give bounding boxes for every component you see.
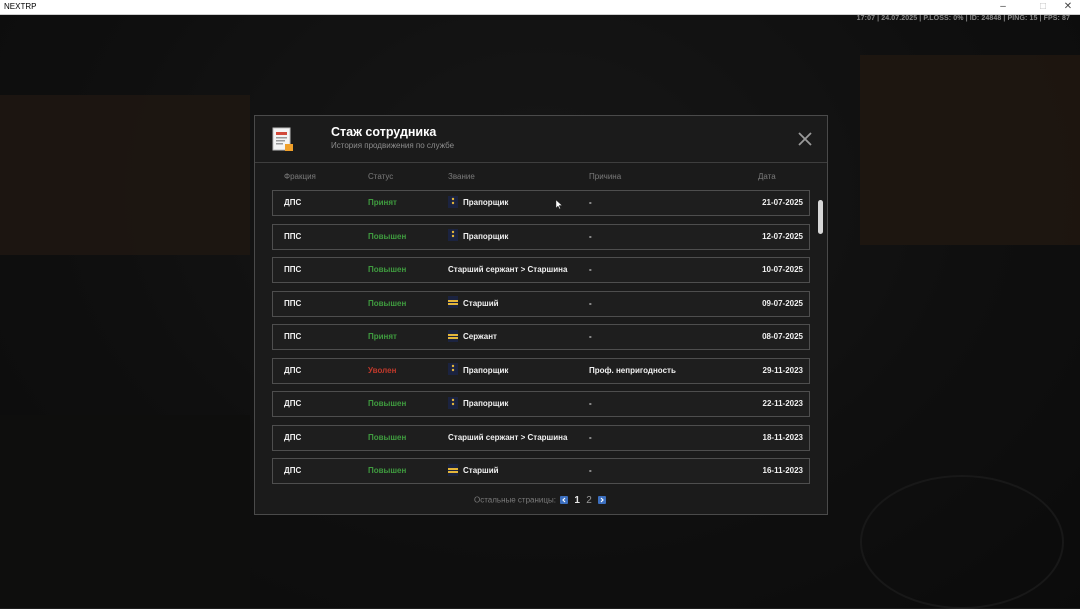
row-date: 21-07-2025: [762, 198, 803, 207]
scrollbar-thumb[interactable]: [818, 200, 823, 234]
row-status: Повышен: [368, 466, 407, 475]
table-row[interactable]: ДПС Повышен Старший сержант > Старшина - 18-…: [272, 424, 810, 451]
row-faction: ППС: [284, 231, 302, 241]
row-reason: -: [589, 399, 592, 408]
table-row[interactable]: ДПС Уволен Прапорщик Проф. непригодность 29-…: [272, 357, 810, 384]
history-list[interactable]: ДПС Принят Прапорщик -21-07-2025 ППС Повышен П…: [272, 190, 812, 484]
pagination: Остальные страницы: 1 2: [255, 495, 827, 506]
prev-page-icon[interactable]: [560, 495, 569, 504]
page-2[interactable]: 2: [586, 495, 592, 506]
stripes-insignia-icon: [448, 329, 458, 342]
row-reason: -: [589, 231, 592, 241]
stripes-insignia-icon: [448, 296, 458, 309]
mouse-cursor-icon: [556, 200, 562, 209]
stripes-insignia-icon: [448, 463, 458, 476]
column-header-faction: Фракция: [284, 172, 316, 181]
row-rank-label: Старший: [463, 298, 499, 308]
row-date: 16-11-2023: [762, 466, 803, 475]
row-rank-label: Сержант: [463, 332, 497, 341]
close-window-icon[interactable]: ✕: [1056, 0, 1080, 14]
row-date: 08-07-2025: [762, 332, 803, 341]
maximize-icon[interactable]: □: [1031, 0, 1055, 14]
row-rank: Старший: [448, 292, 499, 316]
table-row[interactable]: ДПС Повышен Прапорщик - 22-11-2023: [272, 391, 810, 417]
row-status: Повышен: [368, 399, 407, 408]
row-reason: Проф. непригодность: [589, 365, 676, 375]
window-titlebar: NEXTRP – □ ✕: [0, 0, 1080, 15]
row-date: 29-11-2023: [762, 365, 803, 375]
row-rank-label: Старший сержант > Старшина: [448, 265, 568, 274]
ensign-insignia-icon: [448, 396, 458, 409]
modal-header: Стаж сотрудника История продвижения по с…: [255, 116, 827, 163]
row-rank: Прапорщик: [448, 359, 508, 383]
row-status: Принят: [368, 332, 397, 341]
row-faction: ДПС: [284, 198, 302, 207]
row-status: Повышен: [368, 231, 407, 241]
table-row[interactable]: ППС Повышен Прапорщик - 12-07-2025: [272, 223, 810, 250]
row-status: Уволен: [368, 365, 397, 375]
row-reason: -: [589, 466, 592, 475]
row-rank-label: Старший сержант > Старшина: [448, 432, 568, 442]
row-status: Повышен: [368, 265, 407, 274]
row-status: Принят: [368, 198, 397, 207]
column-header-rank: Звание: [448, 172, 475, 181]
row-date: 18-11-2023: [762, 432, 803, 442]
table-row[interactable]: ДПС Принят Прапорщик - 21-07-2025: [272, 190, 810, 216]
row-faction: ДПС: [284, 466, 302, 475]
row-faction: ДПС: [284, 432, 302, 442]
next-page-icon[interactable]: [598, 495, 606, 504]
table-row[interactable]: ППС Повышен Старший сержант > Старшина - 10-…: [272, 257, 810, 283]
close-modal-icon[interactable]: [797, 131, 813, 147]
table-row[interactable]: ППС Принят Сержант - 08-07-2025: [272, 324, 810, 350]
row-rank-label: Прапорщик: [463, 365, 509, 375]
row-rank: Старший: [448, 459, 499, 483]
row-rank-label: Прапорщик: [463, 399, 509, 408]
document-icon: [272, 127, 293, 151]
modal-title: Стаж сотрудника: [331, 125, 437, 139]
row-rank: Сержант: [448, 325, 497, 349]
row-date: 10-07-2025: [762, 265, 803, 274]
row-rank-label: Старший: [463, 466, 499, 475]
row-rank: Прапорщик: [448, 392, 508, 416]
ensign-insignia-icon: [448, 363, 458, 376]
window-title: NEXTRP: [4, 2, 37, 11]
column-header-date: Дата: [758, 172, 776, 181]
row-reason: -: [589, 265, 592, 274]
column-header-status: Статус: [368, 172, 394, 181]
row-reason: -: [589, 298, 592, 308]
employee-experience-modal: Стаж сотрудника История продвижения по с…: [254, 115, 828, 515]
ensign-insignia-icon: [448, 195, 458, 208]
row-date: 12-07-2025: [762, 231, 803, 241]
row-faction: ДПС: [284, 399, 302, 408]
row-date: 22-11-2023: [762, 399, 803, 408]
row-status: Повышен: [368, 298, 407, 308]
row-rank-label: Прапорщик: [463, 198, 509, 207]
row-reason: -: [589, 432, 592, 442]
page-1[interactable]: 1: [574, 495, 580, 506]
row-status: Повышен: [368, 432, 407, 442]
row-reason: -: [589, 198, 592, 207]
table-row[interactable]: ППС Повышен Старший - 09-07-2025: [272, 290, 810, 317]
table-row[interactable]: ДПС Повышен Старший - 16-11-2023: [272, 458, 810, 484]
row-rank-label: Прапорщик: [463, 231, 509, 241]
row-reason: -: [589, 332, 592, 341]
row-rank: Старший сержант > Старшина: [448, 426, 567, 450]
row-faction: ППС: [284, 332, 302, 341]
pagination-label: Остальные страницы:: [474, 495, 556, 505]
row-rank: Прапорщик: [448, 225, 508, 249]
row-rank: Старший сержант > Старшина: [448, 258, 567, 282]
minimize-icon[interactable]: –: [991, 0, 1015, 14]
row-faction: ППС: [284, 265, 302, 274]
row-faction: ДПС: [284, 365, 302, 375]
modal-subtitle: История продвижения по службе: [331, 141, 455, 150]
row-date: 09-07-2025: [762, 298, 803, 308]
row-rank: Прапорщик: [448, 191, 508, 215]
column-header-reason: Причина: [589, 172, 622, 181]
ensign-insignia-icon: [448, 229, 458, 242]
row-faction: ППС: [284, 298, 302, 308]
